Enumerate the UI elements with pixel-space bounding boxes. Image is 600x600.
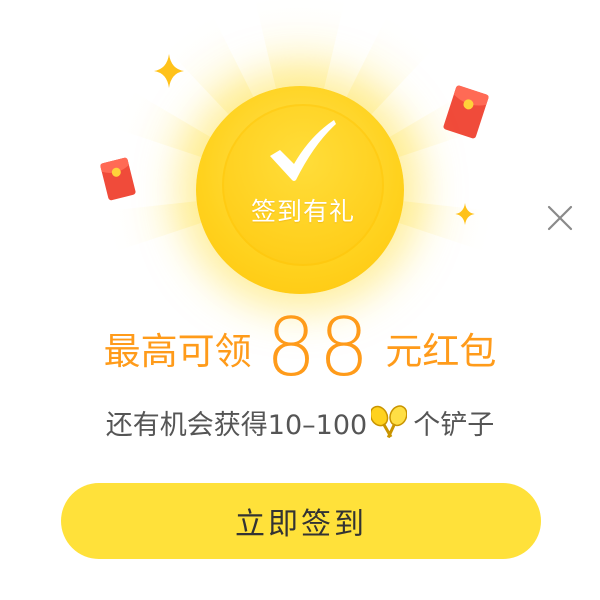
reward-amount: 88 [265, 301, 372, 394]
shovel-icon [369, 404, 408, 443]
close-button[interactable] [543, 201, 577, 235]
sparkle-icon [154, 54, 184, 88]
headline-prefix: 最高可领 [103, 330, 252, 373]
red-envelope-icon [100, 157, 136, 201]
bonus-prefix: 还有机会获得10–100 [105, 410, 368, 441]
badge-label: 签到有礼 [250, 197, 355, 226]
sign-in-reward-dialog: 签到有礼 最高可领 88 元红包 还有机会获得10–100 个铲子 立即签到 [0, 0, 600, 600]
bonus-description: 还有机会获得10–100 个铲子 [0, 403, 600, 446]
reward-headline: 最高可领 88 元红包 [0, 308, 600, 388]
sparkle-icon [455, 203, 475, 225]
sign-in-now-button[interactable]: 立即签到 [61, 483, 541, 559]
headline-suffix: 元红包 [385, 330, 497, 373]
close-icon [547, 205, 573, 231]
red-envelope-icon [443, 85, 489, 139]
bonus-suffix: 个铲子 [413, 410, 495, 441]
checkmark-icon [270, 120, 336, 181]
